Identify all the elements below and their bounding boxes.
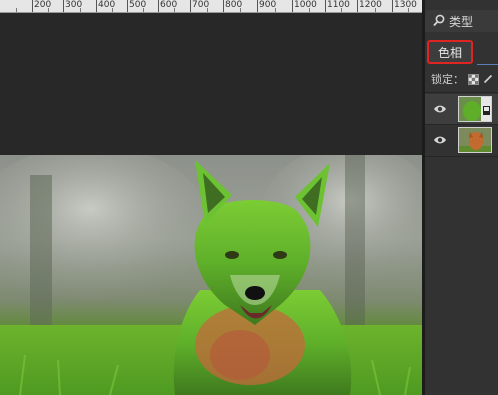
visibility-eye-icon[interactable]	[433, 103, 447, 115]
lock-transparency-icon[interactable]	[468, 73, 479, 85]
ruler-label: 700	[192, 0, 210, 10]
layer-filter[interactable]: 类型	[425, 10, 498, 32]
ruler-label: 500	[129, 0, 147, 10]
lock-label: 锁定：	[431, 73, 464, 86]
search-icon	[433, 14, 445, 27]
fox-photo	[0, 155, 422, 395]
ruler-label: 1000	[294, 0, 317, 10]
ruler-label: 900	[259, 0, 277, 10]
ruler-label: 400	[98, 0, 116, 10]
ruler-label: 200	[34, 0, 52, 10]
separator	[425, 92, 498, 93]
layer-thumbnail	[458, 127, 492, 153]
blend-mode-value: 色相	[438, 45, 463, 60]
document-canvas[interactable]	[0, 13, 422, 395]
ruler-label: 300	[65, 0, 83, 10]
ruler-label: 1100	[327, 0, 350, 10]
ruler-label: 800	[225, 0, 243, 10]
ruler-label: 600	[160, 0, 178, 10]
separator	[425, 156, 498, 157]
opacity-field-underline	[477, 64, 498, 65]
ruler-label: 1200	[359, 0, 382, 10]
lock-pixels-brush-icon[interactable]	[483, 74, 493, 84]
visibility-eye-icon[interactable]	[433, 134, 447, 146]
blend-mode-row: 色相	[425, 37, 498, 67]
lock-row: 锁定：	[425, 70, 498, 88]
blend-mode-dropdown[interactable]: 色相	[427, 40, 473, 64]
horizontal-ruler[interactable]: 200 300 400 500 600 700 800 900 1000 110…	[0, 0, 422, 13]
layer-row-hue[interactable]	[425, 94, 498, 124]
layer-thumbnail	[458, 96, 492, 122]
layer-row-photo[interactable]	[425, 125, 498, 155]
ruler-label: 1300	[394, 0, 417, 10]
layers-panel: 类型 色相 锁定：	[425, 0, 498, 395]
filter-type-label: 类型	[449, 14, 474, 29]
